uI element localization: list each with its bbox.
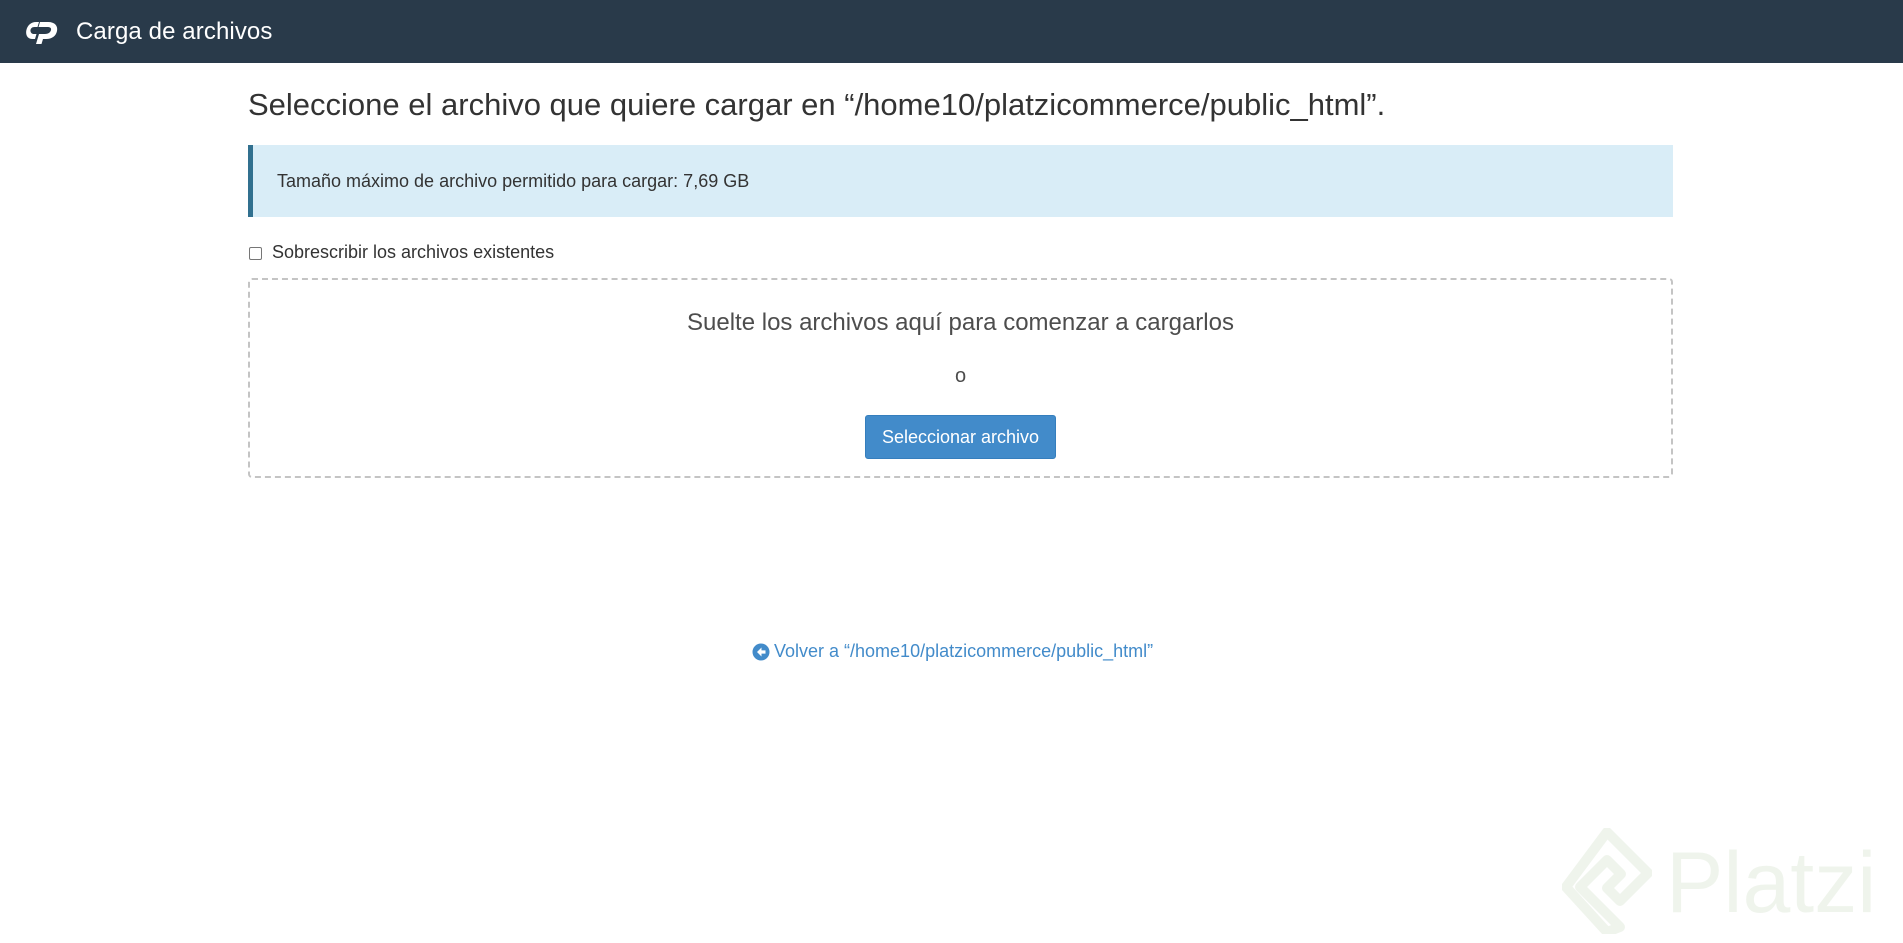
select-file-button[interactable]: Seleccionar archivo [865,415,1056,459]
overwrite-option: Sobrescribir los archivos existentes [248,241,1673,263]
back-to-directory-link[interactable]: Volver a “/home10/platzicommerce/public_… [752,641,1153,662]
top-header: Carga de archivos [0,0,1903,63]
back-link-label: Volver a “/home10/platzicommerce/public_… [774,641,1154,661]
main-content: Seleccione el archivo que quiere cargar … [248,63,1673,478]
app-title: Carga de archivos [76,17,273,45]
dropzone-text: Suelte los archivos aquí para comenzar a… [687,309,1234,336]
file-dropzone[interactable]: Suelte los archivos aquí para comenzar a… [248,278,1673,478]
platzi-logo-icon [1561,826,1653,939]
overwrite-checkbox[interactable] [249,246,262,260]
platzi-watermark: Platzi [1561,826,1897,939]
dropzone-or-text: o [954,365,967,387]
cpanel-logo-icon[interactable] [26,17,64,47]
max-size-info-text: Tamaño máximo de archivo permitido para … [277,170,750,191]
overwrite-label[interactable]: Sobrescribir los archivos existentes [272,242,554,263]
arrow-circle-left-icon [752,643,770,661]
watermark-text: Platzi [1666,834,1877,931]
max-size-info-box: Tamaño máximo de archivo permitido para … [248,145,1673,217]
page-title: Seleccione el archivo que quiere cargar … [248,87,1386,122]
